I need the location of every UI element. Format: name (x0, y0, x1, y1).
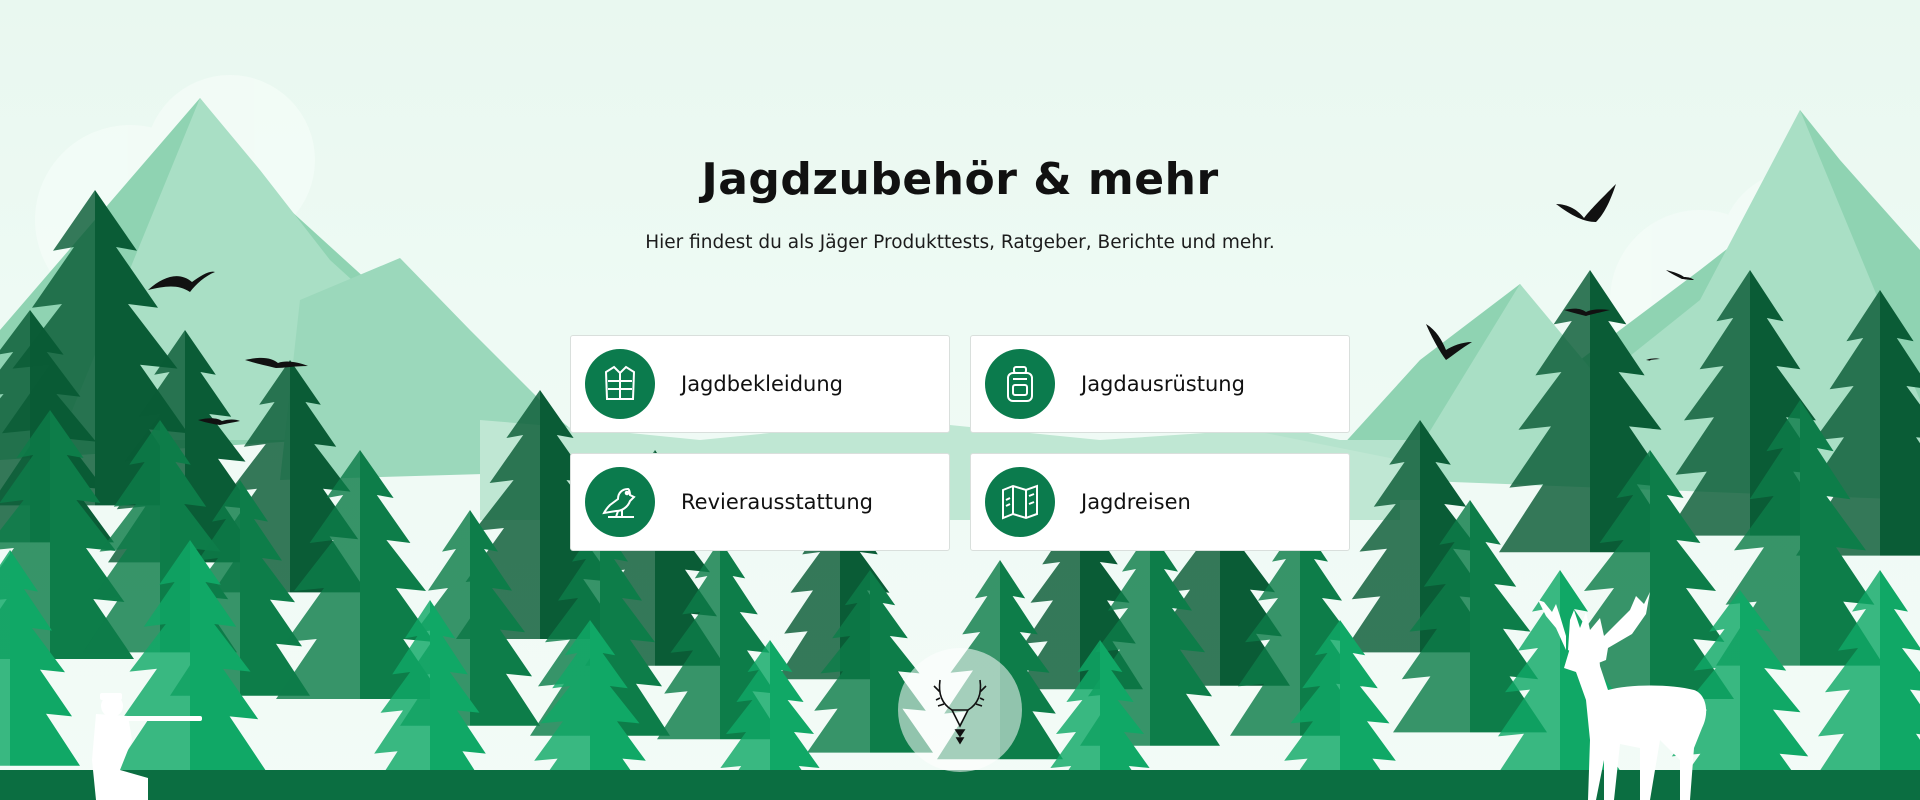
category-label: Jagdausrüstung (1081, 372, 1245, 396)
category-card-revierausstattung[interactable]: Revierausstattung (570, 453, 950, 551)
category-label: Revierausstattung (681, 490, 873, 514)
category-grid: Jagdbekleidung Jagdausrüstung Revierauss… (570, 335, 1350, 551)
backpack-icon (985, 349, 1055, 419)
map-icon (985, 467, 1055, 537)
vest-icon (585, 349, 655, 419)
category-label: Jagdreisen (1081, 490, 1191, 514)
page-subtitle: Hier findest du als Jäger Produkttests, … (645, 232, 1275, 253)
category-card-jagdbekleidung[interactable]: Jagdbekleidung (570, 335, 950, 433)
deer-antler-icon (932, 670, 988, 750)
page-title: Jagdzubehör & mehr (701, 154, 1219, 205)
category-label: Jagdbekleidung (681, 372, 844, 396)
category-card-jagdreisen[interactable]: Jagdreisen (970, 453, 1350, 551)
scroll-down-button[interactable] (898, 648, 1022, 772)
bird-icon (585, 467, 655, 537)
category-card-jagdausruestung[interactable]: Jagdausrüstung (970, 335, 1350, 433)
